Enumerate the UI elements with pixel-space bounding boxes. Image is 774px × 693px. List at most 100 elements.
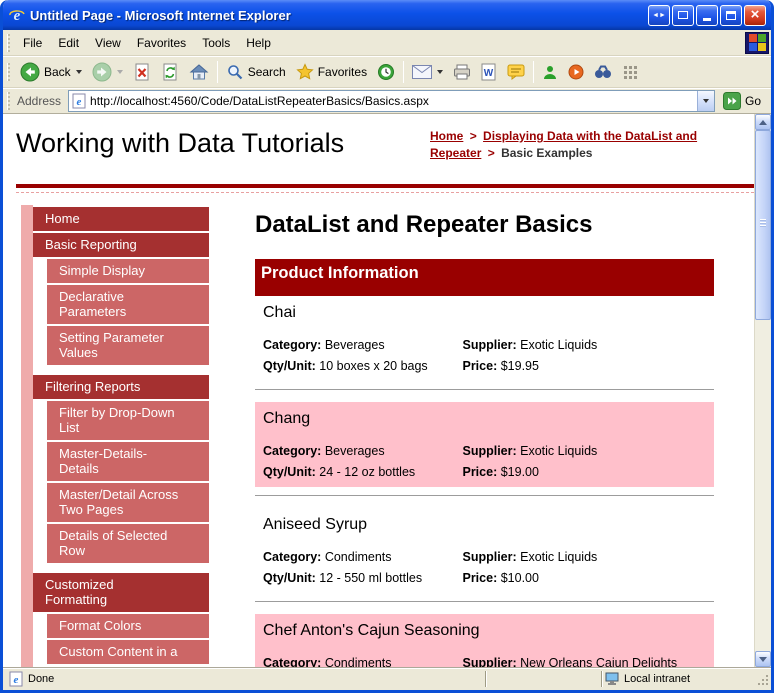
window-controls: ◄► × [646, 4, 766, 26]
scrollbar-thumb[interactable] [755, 130, 771, 320]
favorites-button[interactable]: Favorites [291, 61, 372, 83]
sidebar-item-home[interactable]: Home [33, 207, 209, 231]
addressbar-grip[interactable] [7, 92, 10, 110]
menu-favorites[interactable]: Favorites [129, 32, 194, 54]
mail-button[interactable] [407, 63, 448, 81]
category-value: Condiments [324, 550, 392, 564]
refresh-button[interactable] [156, 61, 184, 83]
category-label: Category: [263, 444, 322, 458]
forward-dropdown-icon[interactable] [116, 70, 123, 74]
media-button[interactable] [563, 62, 589, 82]
browser-window: e Untitled Page - Microsoft Internet Exp… [0, 0, 774, 693]
sidebar-item-filtering-reports[interactable]: Filtering Reports [33, 375, 209, 399]
favorites-label: Favorites [317, 65, 368, 79]
sidebar-item-setting-parameter-values[interactable]: Setting Parameter Values [47, 326, 209, 365]
vertical-scrollbar[interactable] [754, 114, 771, 667]
go-button[interactable]: Go [715, 92, 767, 110]
title-bar[interactable]: e Untitled Page - Microsoft Internet Exp… [3, 0, 771, 30]
mail-dropdown-icon[interactable] [437, 70, 444, 74]
breadcrumb-link-home[interactable]: Home [430, 129, 463, 143]
product-name: Chef Anton's Cajun Seasoning [263, 622, 480, 639]
titlebar-arrows-button[interactable]: ◄► [648, 4, 670, 26]
sidebar-item-basic-reporting[interactable]: Basic Reporting [33, 233, 209, 257]
discuss-icon [507, 64, 525, 80]
sidebar-item-simple-display[interactable]: Simple Display [47, 259, 209, 283]
supplier-value: Exotic Liquids [520, 550, 598, 564]
edit-button[interactable]: W [476, 61, 502, 83]
close-button[interactable]: × [744, 4, 766, 26]
stop-button[interactable] [128, 61, 156, 83]
sidebar-item-custom-content[interactable]: Custom Content in a [47, 640, 209, 664]
sidebar-item-format-colors[interactable]: Format Colors [47, 614, 209, 638]
sidebar-item-filter-by-drop-down-list[interactable]: Filter by Drop-Down List [47, 401, 209, 440]
search-icon [227, 65, 242, 80]
back-label: Back [44, 65, 71, 79]
address-dropdown-button[interactable] [696, 91, 714, 111]
scroll-down-button[interactable] [755, 651, 771, 667]
research-button[interactable] [589, 63, 617, 81]
menu-view[interactable]: View [87, 32, 129, 54]
sidebar-item-details-of-selected-row[interactable]: Details of Selected Row [47, 524, 209, 563]
scrollbar-track[interactable] [755, 130, 771, 651]
zone-icon [605, 672, 619, 685]
address-bar: Address e http://localhost:4560/Code/Dat… [3, 88, 771, 114]
qty-label: Qty/Unit: [263, 571, 316, 585]
minimize-button[interactable] [696, 4, 718, 26]
maximize-button[interactable] [720, 4, 742, 26]
product-row: Qty/Unit: 24 - 12 oz bottles Price: $19.… [263, 465, 706, 479]
supplier-value: Exotic Liquids [520, 444, 598, 458]
toolbar-separator [403, 61, 405, 83]
discuss-button[interactable] [502, 62, 530, 82]
sidebar-item-master-detail-across-two-pages[interactable]: Master/Detail Across Two Pages [47, 483, 209, 522]
quick-launch-button[interactable] [617, 62, 643, 82]
sidebar-item-master-details-details[interactable]: Master-Details-Details [47, 442, 209, 481]
arrow-down-icon [759, 656, 767, 662]
price-label: Price: [462, 359, 498, 373]
sidebar-item-declarative-parameters[interactable]: Declarative Parameters [47, 285, 209, 324]
ie-logo-icon: e [8, 6, 26, 24]
category-value: Beverages [324, 444, 385, 458]
product-row: Qty/Unit: 12 - 550 ml bottles Price: $10… [263, 571, 706, 585]
address-input[interactable]: e http://localhost:4560/Code/DataListRep… [68, 90, 715, 112]
menu-edit[interactable]: Edit [50, 32, 87, 54]
address-url[interactable]: http://localhost:4560/Code/DataListRepea… [90, 94, 697, 108]
forward-button[interactable] [87, 60, 128, 84]
product-row: Category: Beverages Supplier: Exotic Liq… [263, 338, 706, 352]
messenger-button[interactable] [537, 62, 563, 82]
history-button[interactable] [372, 61, 400, 83]
menu-file[interactable]: File [15, 32, 50, 54]
back-icon [20, 62, 40, 82]
qty-value: 12 - 550 ml bottles [319, 571, 423, 585]
product-item: Chai Category: Beverages Supplier: Exoti… [255, 296, 714, 381]
back-dropdown-icon[interactable] [75, 70, 82, 74]
supplier-label: Supplier: [462, 550, 517, 564]
quick-launch-icon [624, 66, 638, 79]
menu-help[interactable]: Help [238, 32, 279, 54]
chevron-down-icon [703, 99, 710, 103]
edit-icon: W [481, 63, 496, 81]
product-row: Category: Beverages Supplier: Exotic Liq… [263, 444, 706, 458]
menubar-grip[interactable] [7, 33, 10, 52]
search-label: Search [247, 65, 286, 79]
sidebar-item-customized-formatting[interactable]: Customized Formatting [33, 573, 209, 612]
screen-icon [678, 11, 688, 19]
go-icon [722, 92, 741, 110]
price-label: Price: [462, 571, 498, 585]
print-button[interactable] [448, 62, 476, 82]
titlebar-screen-button[interactable] [672, 4, 694, 26]
refresh-icon [163, 63, 177, 81]
scroll-up-button[interactable] [755, 114, 771, 130]
menu-tools[interactable]: Tools [194, 32, 238, 54]
qty-label: Qty/Unit: [263, 465, 316, 479]
supplier-value: New Orleans Cajun Delights [520, 656, 678, 667]
toolbar-grip[interactable] [7, 63, 10, 81]
home-button[interactable] [184, 61, 214, 83]
main-content: DataList and Repeater Basics Product Inf… [255, 199, 714, 667]
research-icon [595, 65, 612, 78]
resize-grip[interactable] [755, 672, 770, 687]
back-button[interactable]: Back [15, 60, 87, 84]
product-name: Aniseed Syrup [263, 516, 368, 533]
search-button[interactable]: Search [221, 61, 291, 83]
price-value: $19.00 [500, 465, 539, 479]
qty-value: 10 boxes x 20 bags [319, 359, 428, 373]
